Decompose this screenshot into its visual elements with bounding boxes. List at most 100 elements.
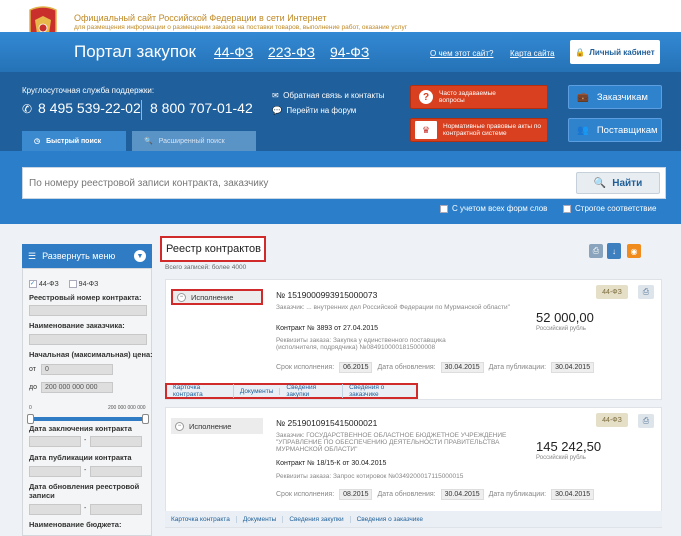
site-subtitle: для размещения информации о размещении з… (74, 24, 408, 31)
law-223-link[interactable]: 223-ФЗ (268, 44, 315, 60)
print-icon[interactable]: ⎙ (638, 285, 654, 299)
chat-icon: 💬 (272, 106, 282, 115)
publication-date-from[interactable] (29, 466, 81, 477)
total-records: Всего записей: более 4000 (165, 264, 247, 271)
question-icon: ? (419, 90, 433, 104)
sitemap-link[interactable]: Карта сайта (510, 49, 555, 58)
support-phone-2: 8 800 707-01-42 (150, 100, 253, 116)
rss-icon[interactable]: ◉ (627, 244, 641, 258)
find-button[interactable]: 🔍 Найти (576, 172, 660, 194)
status-badge: − Исполнение (171, 289, 263, 305)
slider-max-label: 200 000 000 000 (108, 405, 146, 411)
law-44-link[interactable]: 44-ФЗ (214, 44, 253, 60)
personal-cabinet-button[interactable]: 🔒 Личный кабинет (570, 40, 660, 64)
customer-label: Наименование заказчика: (29, 321, 125, 330)
customer-info-link[interactable]: Сведения о заказчике (343, 384, 416, 398)
price-label: Начальная (максимальная) цена: (29, 350, 153, 359)
about-link[interactable]: О чем этот сайт? (430, 49, 493, 58)
update-date-from[interactable] (29, 504, 81, 515)
update-date-label: Дата обновления реестровой записи (29, 482, 140, 500)
law-filter: ✓ 44-ФЗ 94-ФЗ (29, 280, 98, 288)
minus-circle-icon: − (177, 292, 186, 302)
law-94-link[interactable]: 94-ФЗ (330, 44, 369, 60)
order-requisites: Реквизиты заказа: Закупка у единственног… (276, 337, 446, 351)
date-dash: - (84, 505, 87, 512)
forum-link[interactable]: 💬 Перейти на форум (272, 106, 356, 115)
law-94-checkbox[interactable]: 94-ФЗ (68, 280, 98, 288)
conclusion-date-label: Дата заключения контракта (29, 424, 132, 433)
law-44-checkbox[interactable]: ✓ 44-ФЗ (29, 280, 59, 288)
price-to-label: до (29, 384, 37, 391)
contract-info: Контракт № 3893 от 27.04.2015 (276, 325, 379, 332)
budget-label: Наименование бюджета: (29, 520, 122, 529)
contract-amount: 145 242,50 (536, 439, 602, 454)
expand-menu-button[interactable]: ☰ Развернуть меню ▼ (22, 244, 152, 268)
publication-date-label: Дата публикации контракта (29, 453, 132, 462)
contract-amount: 52 000,00 (536, 310, 594, 325)
publication-date-to[interactable] (90, 466, 142, 477)
support-label: Круглосуточная служба поддержки: (22, 86, 155, 95)
update-date-to[interactable] (90, 504, 142, 515)
tab-advanced-search[interactable]: 🔍 Расширенный поиск (132, 131, 256, 151)
conclusion-date-to[interactable] (90, 436, 142, 447)
slider-min-label: 0 (29, 405, 32, 411)
customer-text: Заказчик: ГОСУДАРСТВЕННОЕ ОБЛАСТНОЕ БЮДЖ… (276, 432, 507, 453)
price-to-input[interactable]: 200 000 000 000 (41, 382, 113, 393)
emblem-icon: ♛ (415, 121, 437, 139)
customer-text: Заказчик: ... внутренних дел Российской … (276, 304, 510, 311)
contract-number[interactable]: № 1519000993915000073 (276, 290, 377, 300)
status-badge: − Исполнение (171, 418, 263, 434)
purchase-info-link[interactable]: Сведения закупки (283, 515, 351, 523)
legal-acts-button[interactable]: ♛ Нормативные правовые акты по контрактн… (410, 118, 548, 142)
all-forms-checkbox[interactable]: С учетом всех форм слов (440, 204, 547, 213)
currency: Российский рубль (536, 455, 586, 461)
tab-quick-search[interactable]: ◷ Быстрый поиск (22, 131, 126, 151)
strict-match-checkbox[interactable]: Строгое соответствие (563, 204, 656, 213)
search-icon: 🔍 (144, 138, 153, 145)
faq-button[interactable]: ? Часто задаваемые вопросы (410, 85, 548, 109)
lock-icon: 🔒 (575, 47, 586, 57)
price-slider[interactable] (29, 417, 147, 421)
users-icon: 👥 (577, 124, 589, 136)
chevron-down-icon: ▼ (134, 250, 146, 262)
order-requisites: Реквизиты заказа: Запрос котировок №0349… (276, 473, 464, 480)
checkbox-box[interactable] (440, 204, 448, 213)
contract-number[interactable]: № 2519010915415000021 (276, 418, 377, 428)
page-title: Реестр контрактов (160, 236, 266, 262)
briefcase-icon: 💼 (577, 91, 589, 103)
date-dash: - (84, 467, 87, 474)
purchase-info-link[interactable]: Сведения закупки (280, 384, 344, 398)
contract-card-link[interactable]: Карточка контракта (167, 384, 234, 398)
documents-link[interactable]: Документы (234, 387, 281, 395)
print-icon[interactable]: ⎙ (638, 414, 654, 428)
clock-icon: ◷ (34, 138, 41, 145)
law-badge: 44-ФЗ (596, 413, 628, 427)
customer-info-link[interactable]: Сведения о заказчике (351, 516, 429, 523)
phone-icon: ✆ (22, 102, 33, 116)
portal-title[interactable]: Портал закупок (74, 42, 196, 62)
card-dates: Срок исполнения: 06.2015 Дата обновления… (276, 362, 595, 373)
minus-circle-icon: − (175, 421, 184, 431)
menu-icon: ☰ (28, 250, 37, 261)
checkbox-box[interactable] (563, 204, 571, 213)
search-input[interactable]: По номеру реестровой записи контракта, з… (22, 167, 666, 199)
slider-handle-min[interactable] (27, 414, 34, 424)
phone-divider (141, 100, 142, 120)
documents-link[interactable]: Документы (237, 515, 284, 523)
contract-card-link[interactable]: Карточка контракта (165, 515, 237, 523)
contract-info: Контракт № 18/15-К от 30.04.2015 (276, 460, 387, 467)
law-badge: 44-ФЗ (596, 285, 628, 299)
feedback-link[interactable]: ✉ Обратная связь и контакты (272, 91, 385, 100)
suppliers-button[interactable]: 👥 Поставщикам (568, 118, 662, 142)
price-from-input[interactable]: 0 (41, 364, 113, 375)
price-from-label: от (29, 366, 36, 373)
date-dash: - (84, 437, 87, 444)
customers-button[interactable]: 💼 Заказчикам (568, 85, 662, 109)
card-links: Карточка контракта Документы Сведения за… (165, 511, 662, 527)
print-icon[interactable]: ⎙ (589, 244, 603, 258)
customer-input[interactable] (29, 334, 147, 345)
reg-number-input[interactable] (29, 305, 147, 316)
conclusion-date-from[interactable] (29, 436, 81, 447)
slider-handle-max[interactable] (142, 414, 149, 424)
download-icon[interactable]: ↓ (607, 243, 621, 259)
